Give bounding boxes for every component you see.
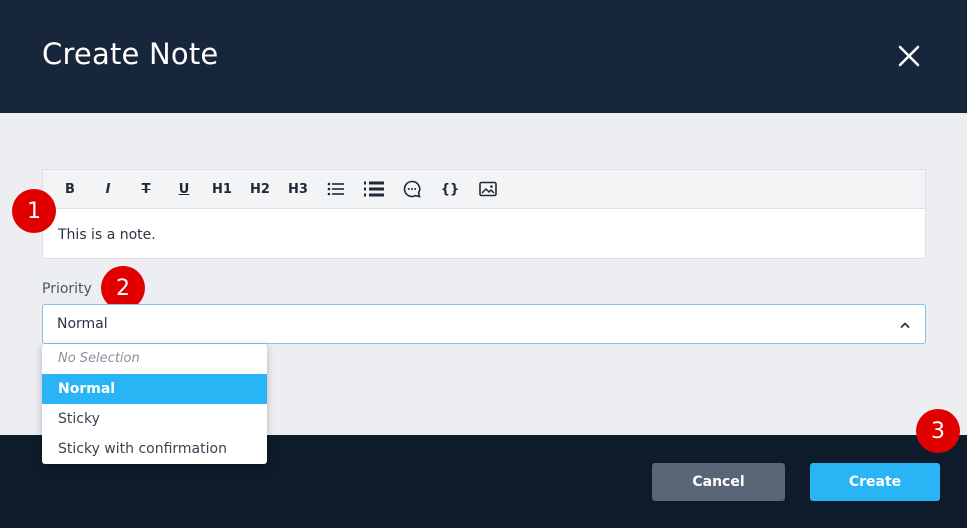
- heading3-icon[interactable]: H3: [279, 170, 317, 209]
- code-braces-icon[interactable]: {}: [431, 170, 469, 209]
- option-sticky[interactable]: Sticky: [42, 404, 267, 434]
- priority-dropdown: No Selection Normal Sticky Sticky with c…: [42, 344, 267, 464]
- italic-icon[interactable]: I: [89, 170, 127, 209]
- image-icon[interactable]: [469, 170, 507, 209]
- step-badge-3: 3: [916, 409, 960, 453]
- heading1-icon[interactable]: H1: [203, 170, 241, 209]
- option-no-selection[interactable]: No Selection: [42, 344, 267, 374]
- strikethrough-icon[interactable]: T: [127, 170, 165, 209]
- bullet-list-icon[interactable]: [317, 170, 355, 209]
- option-normal[interactable]: Normal: [42, 374, 267, 404]
- priority-label: Priority: [42, 281, 92, 297]
- close-icon[interactable]: [893, 40, 925, 72]
- create-button[interactable]: Create: [810, 463, 940, 501]
- rich-text-editor: B I T U H1 H2 H3 {} This is a note.: [42, 169, 926, 259]
- dialog-header: Create Note: [0, 0, 967, 113]
- option-sticky-with-confirmation[interactable]: Sticky with confirmation: [42, 434, 267, 464]
- dialog-title: Create Note: [42, 37, 219, 71]
- editor-toolbar: B I T U H1 H2 H3 {}: [43, 170, 925, 209]
- heading2-icon[interactable]: H2: [241, 170, 279, 209]
- underline-icon[interactable]: U: [165, 170, 203, 209]
- priority-select-value: Normal: [57, 316, 108, 332]
- comment-icon[interactable]: [393, 170, 431, 209]
- numbered-list-icon[interactable]: [355, 170, 393, 209]
- bold-icon[interactable]: B: [51, 170, 89, 209]
- priority-select[interactable]: Normal: [42, 304, 926, 344]
- cancel-button[interactable]: Cancel: [652, 463, 785, 501]
- chevron-up-icon: [899, 318, 911, 336]
- editor-content[interactable]: This is a note.: [43, 209, 925, 261]
- step-badge-1: 1: [12, 189, 56, 233]
